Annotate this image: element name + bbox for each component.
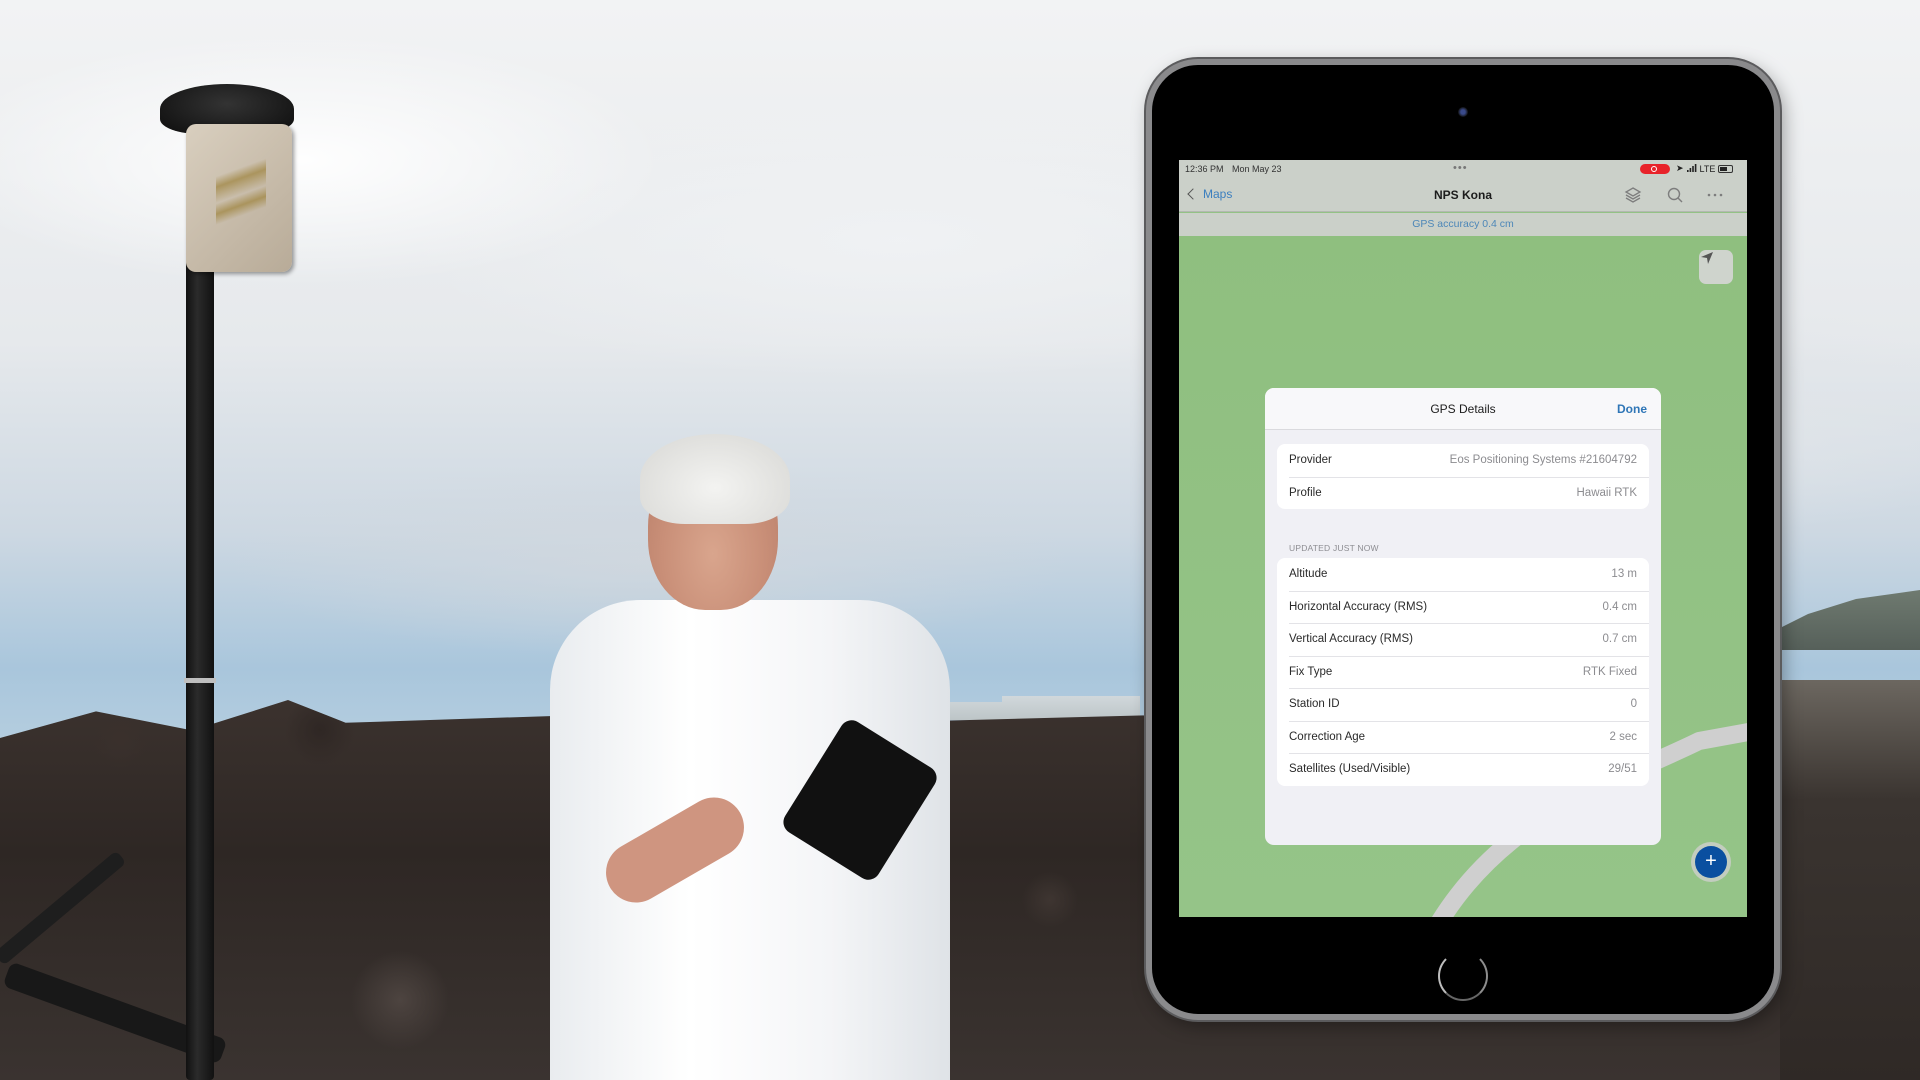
multitasking-dots-icon[interactable]: ••• [1453,162,1468,174]
page-title: NPS Kona [1433,188,1492,202]
row-label: Fix Type [1289,665,1333,678]
modal-title: GPS Details [1430,402,1496,416]
network-type: LTE [1699,163,1716,174]
section-header: UPDATED JUST NOW [1289,543,1379,553]
row-label: Provider [1289,454,1332,466]
detail-row-satellites: Satellites (Used/Visible) 29/51 [1277,753,1649,786]
row-value: 0 [1630,698,1637,710]
gps-details-modal: GPS Details Done Provider Eos Positionin… [1265,388,1661,845]
status-time: 12:36 PM [1185,164,1224,174]
layers-icon[interactable] [1623,185,1643,205]
person-hair [640,434,790,524]
detail-row-profile: Profile Hawaii RTK [1277,476,1649,510]
status-bar: 12:36 PM Mon May 23 ••• ➤ LTE [1179,160,1747,178]
lava-field-right [1780,680,1920,1080]
row-value: 0.7 cm [1602,633,1637,645]
home-button[interactable] [1438,951,1488,1001]
status-date: Mon May 23 [1232,164,1282,174]
gps-accuracy-banner[interactable]: GPS accuracy 0.4 cm [1179,213,1747,236]
row-value: 2 sec [1609,730,1638,743]
row-value: 0.4 cm [1602,600,1637,613]
screen-record-icon[interactable] [1640,164,1670,174]
detail-row-altitude: Altitude 13 m [1277,558,1649,591]
signal-bars-icon [1686,163,1697,174]
detail-row-horizontal-accuracy: Horizontal Accuracy (RMS) 0.4 cm [1277,590,1649,624]
row-label: Correction Age [1289,730,1366,743]
survey-pole-band [184,678,216,683]
chevron-left-icon [1187,188,1199,200]
row-label: Station ID [1289,698,1340,710]
detail-row-vertical-accuracy: Vertical Accuracy (RMS) 0.7 cm [1277,623,1649,656]
row-label: Horizontal Accuracy (RMS) [1289,600,1428,613]
detail-row-provider: Provider Eos Positioning Systems #216047… [1277,444,1649,477]
gnss-receiver [186,124,292,272]
location-arrow-icon: ➤ [1676,163,1684,173]
readings-group: Altitude 13 m Horizontal Accuracy (RMS) … [1277,558,1649,786]
back-button[interactable]: Maps [1187,187,1233,201]
survey-pole [186,260,214,1080]
location-arrow-icon [1701,252,1713,264]
locate-button[interactable] [1699,250,1733,284]
row-label: Altitude [1289,568,1328,580]
add-icon: + [1695,846,1727,878]
detail-row-station-id: Station ID 0 [1277,688,1649,721]
row-value: 29/51 [1608,763,1637,775]
detail-row-correction-age: Correction Age 2 sec [1277,720,1649,754]
add-button[interactable]: + [1691,842,1731,882]
row-label: Vertical Accuracy (RMS) [1289,633,1413,645]
row-label: Profile [1289,486,1322,499]
back-button-label: Maps [1203,187,1233,201]
row-value: Hawaii RTK [1576,486,1638,499]
navigation-bar: Maps NPS Kona [1179,178,1747,212]
device-info-group: Provider Eos Positioning Systems #216047… [1277,444,1649,509]
modal-header: GPS Details Done [1265,388,1661,430]
battery-icon [1718,164,1734,173]
row-value: RTK Fixed [1582,665,1637,678]
more-icon[interactable] [1705,185,1725,205]
row-value: 13 m [1611,568,1637,580]
status-indicators: ➤ LTE [1676,163,1734,174]
search-icon[interactable] [1665,185,1685,205]
ipad-screen: 12:36 PM Mon May 23 ••• ➤ LTE Maps NPS K… [1179,160,1747,917]
map-view[interactable]: + GPS Details Done Provider Eos Position… [1179,236,1747,917]
front-camera [1458,107,1468,117]
row-label: Satellites (Used/Visible) [1289,763,1411,775]
row-value: Eos Positioning Systems #21604792 [1449,454,1637,466]
done-button[interactable]: Done [1617,402,1647,416]
detail-row-fix-type: Fix Type RTK Fixed [1277,655,1649,689]
